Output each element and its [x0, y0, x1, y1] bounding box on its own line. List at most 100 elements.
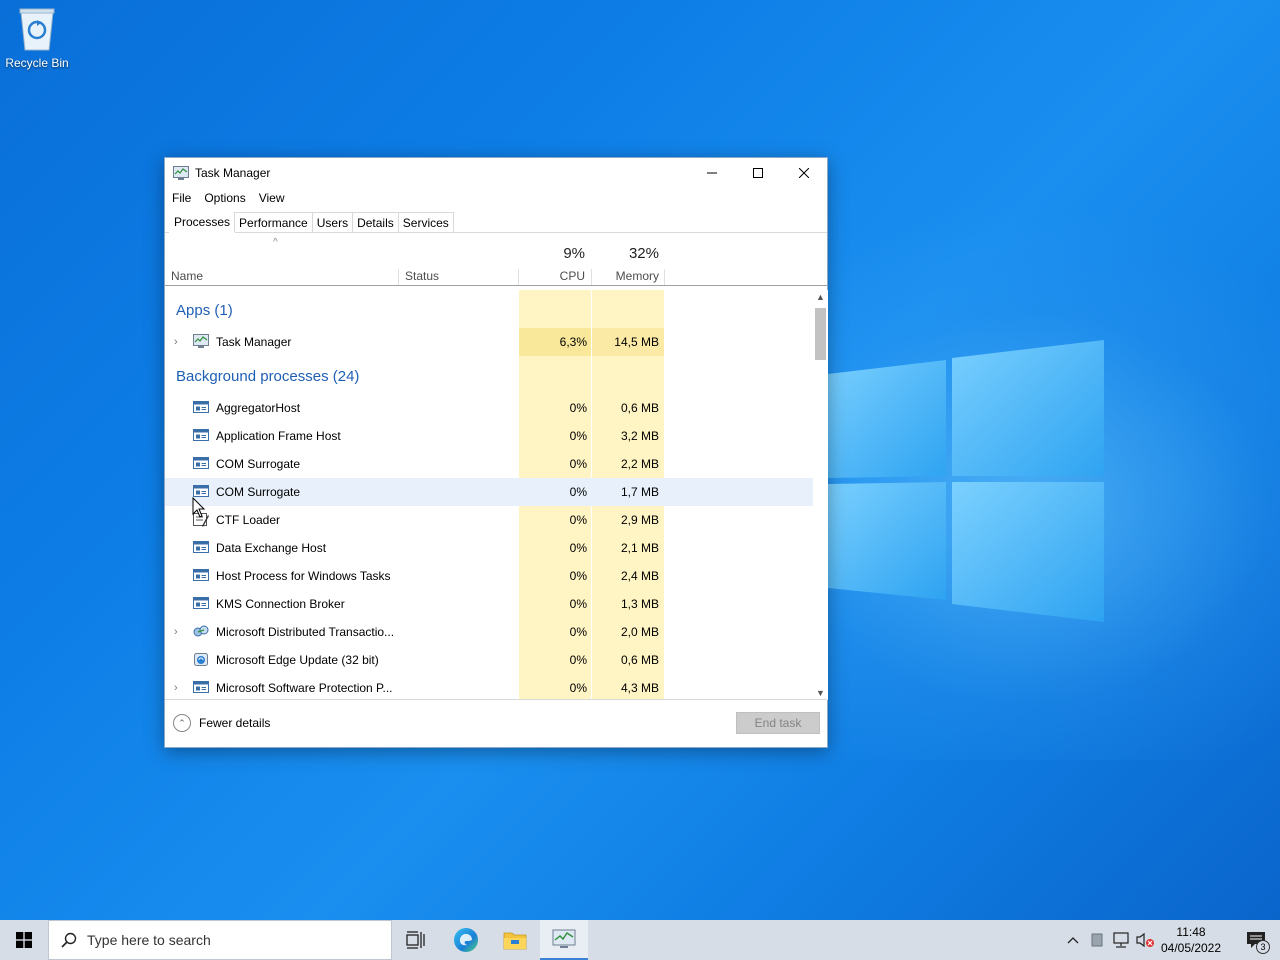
file-explorer-taskbar-button[interactable]	[491, 920, 539, 960]
clock-time: 11:48	[1176, 925, 1206, 939]
column-name[interactable]: Name	[171, 269, 203, 283]
column-memory[interactable]: Memory	[597, 269, 659, 283]
scrollbar[interactable]: ▲ ▼	[813, 290, 828, 700]
scroll-down-icon[interactable]: ▼	[813, 688, 828, 698]
volume-muted-icon	[1136, 932, 1154, 948]
process-name: Microsoft Edge Update (32 bit)	[216, 653, 379, 667]
sort-up-icon: ^	[273, 237, 278, 248]
process-row[interactable]: CTF Loader 0% 2,9 MB	[165, 506, 814, 534]
process-row[interactable]: › Microsoft Software Protection P... 0% 4,3…	[165, 674, 814, 700]
process-cpu: 0%	[569, 653, 587, 667]
volume-button[interactable]	[1134, 920, 1156, 960]
expand-chevron-icon[interactable]: ›	[174, 336, 178, 348]
process-row[interactable]: Application Frame Host 0% 3,2 MB	[165, 422, 814, 450]
process-memory: 4,3 MB	[620, 681, 659, 695]
scrollbar-thumb[interactable]	[815, 308, 826, 360]
close-icon	[799, 167, 809, 178]
process-row[interactable]: Data Exchange Host 0% 2,1 MB	[165, 534, 814, 562]
process-memory: 2,1 MB	[620, 541, 659, 555]
process-cpu: 0%	[569, 401, 587, 415]
column-status[interactable]: Status	[405, 269, 439, 283]
dtc-icon	[193, 625, 209, 637]
maximize-icon	[753, 167, 763, 178]
process-memory: 1,3 MB	[620, 597, 659, 611]
menu-bar: File Options View	[165, 187, 827, 209]
tray-app-icon	[1091, 933, 1103, 947]
process-row-task-manager[interactable]: › Task Manager 6,3% 14,5 MB	[165, 328, 814, 356]
tab-services[interactable]: Services	[397, 212, 454, 232]
tab-processes[interactable]: Processes	[169, 210, 236, 233]
process-memory: 2,4 MB	[620, 569, 659, 583]
network-button[interactable]	[1109, 920, 1133, 960]
close-button[interactable]	[781, 158, 827, 187]
process-icon	[193, 597, 209, 609]
scroll-up-icon[interactable]: ▲	[813, 292, 828, 302]
minimize-button[interactable]	[689, 158, 735, 187]
process-row[interactable]: › Microsoft Distributed Transactio... 0% 2,…	[165, 618, 814, 646]
task-manager-window: Task Manager File Options View Processes…	[164, 157, 828, 748]
process-cpu: 0%	[569, 485, 587, 499]
process-name: CTF Loader	[216, 513, 281, 527]
folder-icon	[503, 932, 527, 950]
process-cpu: 0%	[569, 597, 587, 611]
process-name: Application Frame Host	[216, 429, 341, 443]
process-row[interactable]: COM Surrogate 0% 1,7 MB	[165, 478, 814, 506]
column-header: ^ Name Status 9% CPU 32% Memory	[165, 233, 827, 286]
collapse-chevron-icon: ⌃	[173, 714, 191, 732]
process-list: Apps (1) › Task Manager 6,3% 14,5 MB Bac…	[165, 290, 814, 700]
process-row[interactable]: Host Process for Windows Tasks 0% 2,4 MB	[165, 562, 814, 590]
process-row[interactable]: AggregatorHost 0% 0,6 MB	[165, 394, 814, 422]
tab-details[interactable]: Details	[352, 212, 399, 232]
process-memory: 0,6 MB	[620, 653, 659, 667]
process-memory: 2,2 MB	[620, 457, 659, 471]
process-name: Data Exchange Host	[216, 541, 327, 555]
network-icon	[1113, 932, 1129, 948]
process-cpu: 0%	[569, 541, 587, 555]
expand-chevron-icon[interactable]: ›	[174, 682, 178, 694]
task-manager-taskbar-button[interactable]	[540, 920, 588, 960]
tab-performance[interactable]: Performance	[234, 212, 313, 232]
process-memory: 1,7 MB	[620, 485, 659, 499]
fewer-details-button[interactable]: ⌃ Fewer details	[173, 714, 270, 732]
title-bar[interactable]: Task Manager	[165, 158, 827, 187]
recycle-bin[interactable]: Recycle Bin	[4, 6, 70, 70]
process-memory: 14,5 MB	[614, 335, 659, 349]
process-icon	[193, 429, 209, 441]
taskbar-clock[interactable]: 11:48 04/05/2022	[1154, 924, 1228, 956]
action-center-button[interactable]: 3	[1232, 920, 1280, 960]
menu-file[interactable]: File	[167, 191, 196, 205]
process-row[interactable]: Microsoft Edge Update (32 bit) 0% 0,6 MB	[165, 646, 814, 674]
end-task-button[interactable]: End task	[736, 712, 820, 734]
process-cpu: 0%	[569, 625, 587, 639]
process-name: Task Manager	[216, 335, 292, 349]
edge-taskbar-button[interactable]	[442, 920, 490, 960]
start-button[interactable]	[0, 920, 48, 960]
process-cpu: 0%	[569, 429, 587, 443]
process-memory: 2,0 MB	[620, 625, 659, 639]
group-apps: Apps (1)	[176, 302, 233, 319]
mouse-cursor-icon	[192, 497, 206, 518]
menu-options[interactable]: Options	[199, 191, 250, 205]
notification-count-badge: 3	[1256, 940, 1270, 954]
window-title: Task Manager	[195, 165, 271, 180]
show-hidden-icons-button[interactable]	[1062, 920, 1084, 960]
recycle-bin-label: Recycle Bin	[5, 56, 69, 70]
column-cpu[interactable]: CPU	[525, 269, 585, 283]
process-row[interactable]: COM Surrogate 0% 2,2 MB	[165, 450, 814, 478]
cpu-total: 9%	[563, 245, 585, 262]
tab-users[interactable]: Users	[311, 212, 354, 232]
maximize-button[interactable]	[735, 158, 781, 187]
taskbar-search-box[interactable]: Type here to search	[48, 920, 392, 960]
tab-bar: Processes Performance Users Details Serv…	[165, 209, 827, 233]
process-row[interactable]: KMS Connection Broker 0% 1,3 MB	[165, 590, 814, 618]
process-icon	[193, 401, 209, 413]
group-background-processes: Background processes (24)	[176, 368, 360, 385]
menu-view[interactable]: View	[254, 191, 290, 205]
process-memory: 0,6 MB	[620, 401, 659, 415]
task-manager-icon	[173, 165, 189, 180]
task-view-button[interactable]	[392, 920, 440, 960]
process-cpu: 0%	[569, 513, 587, 527]
process-cpu: 0%	[569, 569, 587, 583]
expand-chevron-icon[interactable]: ›	[174, 626, 178, 638]
tray-app-button[interactable]	[1086, 920, 1108, 960]
